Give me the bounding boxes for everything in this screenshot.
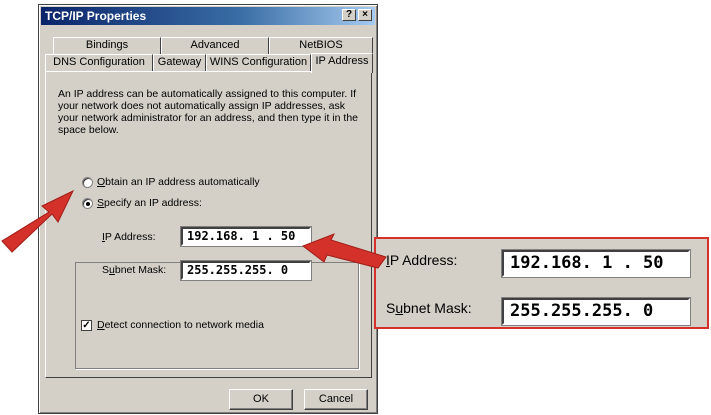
ip-address-panel: An IP address can be automatically assig…	[45, 71, 372, 378]
detect-connection-checkbox[interactable]: ✓	[81, 319, 92, 331]
tcpip-properties-dialog: TCP/IP Properties ? × Bindings Advanced …	[38, 4, 378, 414]
tab-netbios[interactable]: NetBIOS	[269, 37, 373, 54]
detect-connection-option[interactable]: ✓ Detect connection to network media	[81, 319, 264, 331]
tab-bindings[interactable]: Bindings	[53, 37, 161, 54]
help-button[interactable]: ?	[342, 9, 356, 21]
ip-address-label: IP Address:	[102, 231, 156, 243]
specify-ip-option[interactable]: Specify an IP address:	[82, 197, 205, 209]
callout-ip-address-value: 192.168. 1 . 50	[501, 249, 691, 278]
title-bar[interactable]: TCP/IP Properties ? ×	[41, 7, 375, 25]
tab-wins-configuration[interactable]: WINS Configuration	[206, 54, 311, 71]
tab-advanced[interactable]: Advanced	[161, 37, 269, 54]
description-text: An IP address can be automatically assig…	[58, 88, 358, 136]
obtain-automatically-label: Obtain an IP address automatically	[97, 176, 260, 188]
cancel-button[interactable]: Cancel	[304, 389, 368, 410]
specify-ip-label: Specify an IP address:	[97, 197, 202, 209]
ok-button[interactable]: OK	[229, 389, 293, 410]
callout-subnet-mask-label: Subnet Mask:	[386, 300, 472, 316]
callout-ip-address-label: IP Address:	[386, 252, 458, 268]
tab-dns-configuration[interactable]: DNS Configuration	[45, 54, 153, 71]
specify-ip-radio[interactable]	[82, 197, 93, 209]
close-button[interactable]: ×	[358, 9, 372, 21]
subnet-mask-label: Subnet Mask:	[102, 264, 167, 276]
obtain-automatically-radio[interactable]	[82, 176, 93, 188]
tab-gateway[interactable]: Gateway	[153, 54, 206, 71]
obtain-automatically-option[interactable]: Obtain an IP address automatically	[82, 176, 260, 188]
subnet-mask-input[interactable]: 255.255.255. 0	[180, 260, 312, 281]
tab-ip-address[interactable]: IP Address	[311, 53, 373, 73]
window-title: TCP/IP Properties	[45, 9, 147, 23]
detect-connection-label: Detect connection to network media	[97, 319, 264, 331]
ip-address-input[interactable]: 192.168. 1 . 50	[180, 226, 312, 247]
callout-subnet-mask-value: 255.255.255. 0	[501, 297, 691, 326]
zoom-callout: IP Address: 192.168. 1 . 50 Subnet Mask:…	[374, 237, 709, 329]
